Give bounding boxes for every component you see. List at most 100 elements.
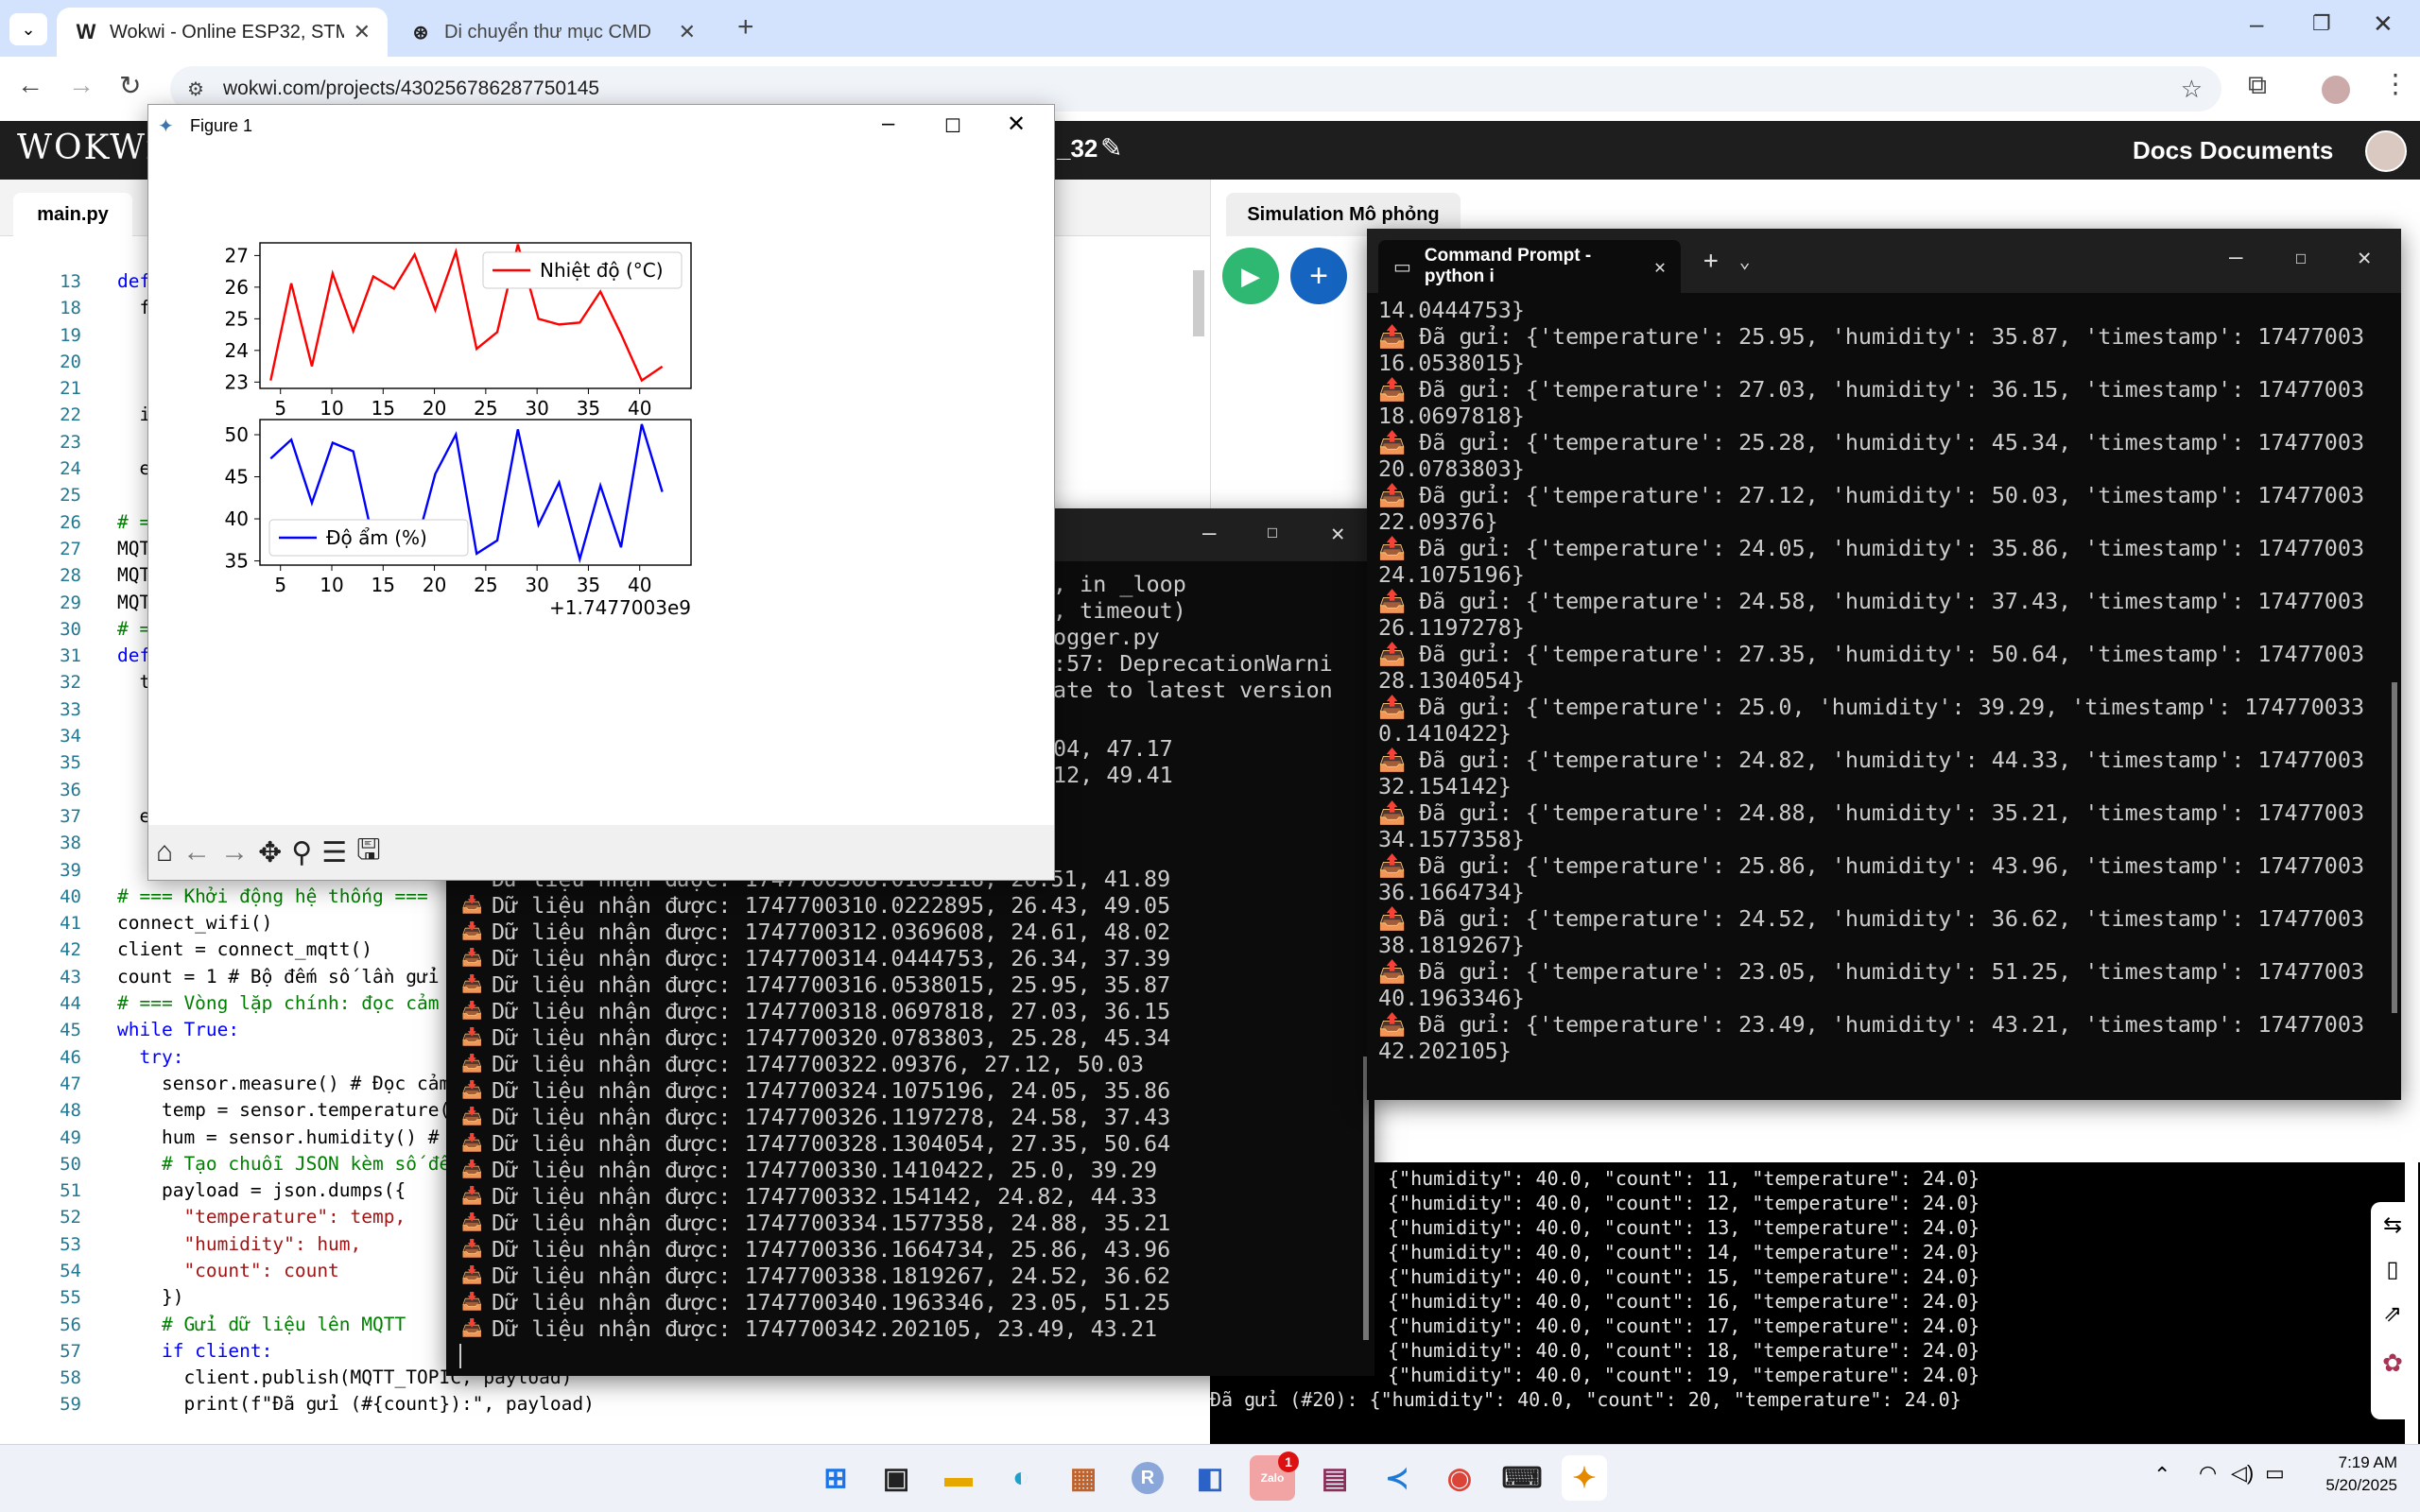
- minimize-icon[interactable]: –: [2250, 9, 2263, 39]
- share-icon[interactable]: ⇗: [2371, 1300, 2414, 1328]
- code-line[interactable]: try:: [117, 1044, 458, 1071]
- menu-icon[interactable]: ⋮: [2382, 68, 2409, 99]
- book-icon[interactable]: ▯: [2371, 1256, 2414, 1283]
- tab-list-button[interactable]: ⌄: [9, 13, 47, 45]
- code-line[interactable]: while True:: [117, 1017, 458, 1043]
- figure-canvas[interactable]: 5 10 15 20 25 30 35 40 23 24 25 26 27 +1.7477003e9 Nhi…: [148, 146, 1054, 825]
- editor-scrollbar[interactable]: [1193, 270, 1204, 336]
- file-tab-main[interactable]: main.py: [13, 193, 132, 236]
- edit-icon[interactable]: ✎: [1100, 132, 1122, 163]
- code-line[interactable]: # Tạo chuỗi JSON kèm số đế: [117, 1151, 458, 1177]
- matplotlib-app-icon[interactable]: ✦: [1562, 1455, 1607, 1501]
- forward-arrow-icon[interactable]: →: [220, 836, 249, 868]
- cmd-tab[interactable]: ▭ Command Prompt - python i ✕: [1378, 240, 1681, 293]
- back-icon[interactable]: ←: [17, 70, 43, 100]
- cmd-line: 📥 Dữ liệu nhận được: 1747700330.1410422, …: [461, 1157, 1350, 1183]
- code-line[interactable]: client = connect_mqtt(): [117, 936, 458, 963]
- partial-line: 04, 47.17: [1053, 735, 1173, 762]
- file-explorer-icon[interactable]: ▬: [936, 1455, 981, 1501]
- new-tab-icon[interactable]: +: [737, 11, 754, 43]
- code-line[interactable]: "count": count: [117, 1258, 458, 1284]
- code-line[interactable]: hum = sensor.humidity() #: [117, 1125, 458, 1151]
- code-line[interactable]: if client:: [117, 1338, 458, 1365]
- bookmark-star-icon[interactable]: ☆: [2181, 75, 2203, 104]
- back-arrow-icon[interactable]: ←: [182, 836, 211, 868]
- serial-line: {"humidity": 40.0, "count": 12, "tempera…: [1388, 1192, 1980, 1214]
- battery-icon[interactable]: ▭: [2265, 1461, 2285, 1486]
- save-icon[interactable]: 🖫: [356, 829, 381, 877]
- figure-titlebar[interactable]: ✦ Figure 1 – ☐ ✕: [148, 105, 1054, 146]
- tray-chevron-icon[interactable]: ⌃: [2153, 1463, 2170, 1487]
- home-icon[interactable]: ⌂: [156, 836, 173, 868]
- code-line[interactable]: # === Vòng lặp chính: đọc cảm: [117, 990, 458, 1017]
- code-line[interactable]: # Gửi dữ liệu lên MQTT: [117, 1312, 458, 1338]
- tab-chatgpt[interactable]: ⊛ Di chuyển thư mục CMD ✕: [391, 8, 713, 57]
- extensions-icon[interactable]: ⧉: [2248, 70, 2267, 101]
- add-part-button[interactable]: +: [1290, 248, 1347, 304]
- code-line[interactable]: print(f"Đã gửi (#{count}):", payload): [117, 1391, 594, 1418]
- close-icon[interactable]: ✕: [1654, 255, 1666, 278]
- maximize-icon[interactable]: ☐: [2295, 246, 2307, 268]
- cmd-sender-titlebar[interactable]: ▭ Command Prompt - python i ✕ + ⌄ – ☐ ✕: [1367, 229, 2401, 293]
- zalo-icon[interactable]: Zalo 1: [1250, 1452, 1299, 1501]
- code-line[interactable]: # === Khởi động hệ thống ===: [117, 884, 458, 910]
- edge-icon[interactable]: ◐: [998, 1455, 1044, 1501]
- wokwi-logo[interactable]: WOKWi: [17, 129, 159, 167]
- profile-avatar[interactable]: [2322, 76, 2350, 104]
- project-name-suffix[interactable]: _32: [1057, 134, 1098, 163]
- site-info-icon[interactable]: ⚙: [187, 77, 204, 101]
- close-icon[interactable]: ✕: [1007, 111, 1026, 138]
- code-line[interactable]: payload = json.dumps({: [117, 1177, 458, 1204]
- vscode-icon[interactable]: ≺: [1374, 1455, 1420, 1501]
- translate-icon[interactable]: ⇆: [2371, 1211, 2414, 1239]
- terminal-app-icon[interactable]: ⌨: [1499, 1455, 1545, 1501]
- maximize-icon[interactable]: ☐: [944, 114, 961, 138]
- code-line[interactable]: "humidity": hum,: [117, 1231, 458, 1258]
- code-line[interactable]: count = 1 # Bộ đếm số lần gửi: [117, 964, 458, 990]
- code-line[interactable]: }): [117, 1284, 458, 1311]
- maximize-icon[interactable]: ☐: [1267, 520, 1278, 542]
- minimize-icon[interactable]: –: [2229, 244, 2242, 270]
- volume-icon[interactable]: ◁): [2231, 1461, 2254, 1486]
- reload-icon[interactable]: ↻: [119, 70, 141, 101]
- close-icon[interactable]: ✕: [679, 20, 696, 44]
- code-line[interactable]: temp = sensor.temperature(: [117, 1097, 458, 1124]
- code-line[interactable]: connect_wifi(): [117, 910, 458, 936]
- dropdown-icon[interactable]: ⌄: [1739, 249, 1751, 272]
- r-app-icon[interactable]: R: [1125, 1455, 1170, 1501]
- pan-icon[interactable]: ✥: [258, 836, 282, 869]
- code-line[interactable]: "temperature": temp,: [117, 1204, 458, 1230]
- close-icon[interactable]: ✕: [2358, 244, 2371, 270]
- store-icon[interactable]: ◧: [1187, 1455, 1233, 1501]
- forward-icon[interactable]: →: [68, 70, 95, 100]
- inbox-icon: 📥: [461, 1107, 483, 1126]
- task-view-icon[interactable]: ▣: [873, 1455, 919, 1501]
- restore-icon[interactable]: ❐: [2312, 11, 2331, 36]
- copilot-icon[interactable]: ✿: [2371, 1349, 2414, 1378]
- clock[interactable]: 7:19 AM 5/20/2025: [2303, 1452, 2397, 1497]
- x-tick-label: 30: [525, 397, 548, 420]
- cmd-window-sender[interactable]: ▭ Command Prompt - python i ✕ + ⌄ – ☐ ✕ …: [1367, 229, 2401, 1100]
- app-grid-icon[interactable]: ▦: [1061, 1455, 1106, 1501]
- code-line[interactable]: client.publish(MQTT_TOPIC, payload): [117, 1365, 572, 1391]
- cmd-sender-scrollbar[interactable]: [2392, 682, 2397, 1013]
- start-simulation-button[interactable]: ▶: [1222, 248, 1279, 304]
- minimize-icon[interactable]: –: [882, 111, 894, 137]
- close-window-icon[interactable]: ✕: [2373, 9, 2394, 39]
- minimize-icon[interactable]: –: [1202, 520, 1216, 546]
- winrar-icon[interactable]: ▤: [1312, 1455, 1357, 1501]
- docs-link[interactable]: Docs Documents: [2133, 136, 2333, 165]
- close-icon[interactable]: ✕: [354, 20, 371, 44]
- matplotlib-figure-window[interactable]: ✦ Figure 1 – ☐ ✕ 5 10 15 20 25 30 35 40 23 24 25 26…: [147, 104, 1055, 881]
- wifi-icon[interactable]: ◠: [2199, 1461, 2217, 1486]
- new-tab-icon[interactable]: +: [1703, 247, 1719, 275]
- close-icon[interactable]: ✕: [1331, 520, 1344, 546]
- inbox-icon: 📥: [461, 1027, 483, 1047]
- start-icon[interactable]: ⊞: [813, 1455, 858, 1501]
- code-line[interactable]: sensor.measure() # Đọc cảm: [117, 1071, 458, 1097]
- zoom-icon[interactable]: ⚲: [291, 836, 312, 869]
- chrome-icon[interactable]: ◉: [1437, 1455, 1482, 1501]
- user-avatar[interactable]: [2365, 130, 2407, 172]
- configure-subplots-icon[interactable]: ☰: [321, 836, 347, 869]
- tab-wokwi[interactable]: W Wokwi - Online ESP32, STM32, ✕: [57, 8, 388, 57]
